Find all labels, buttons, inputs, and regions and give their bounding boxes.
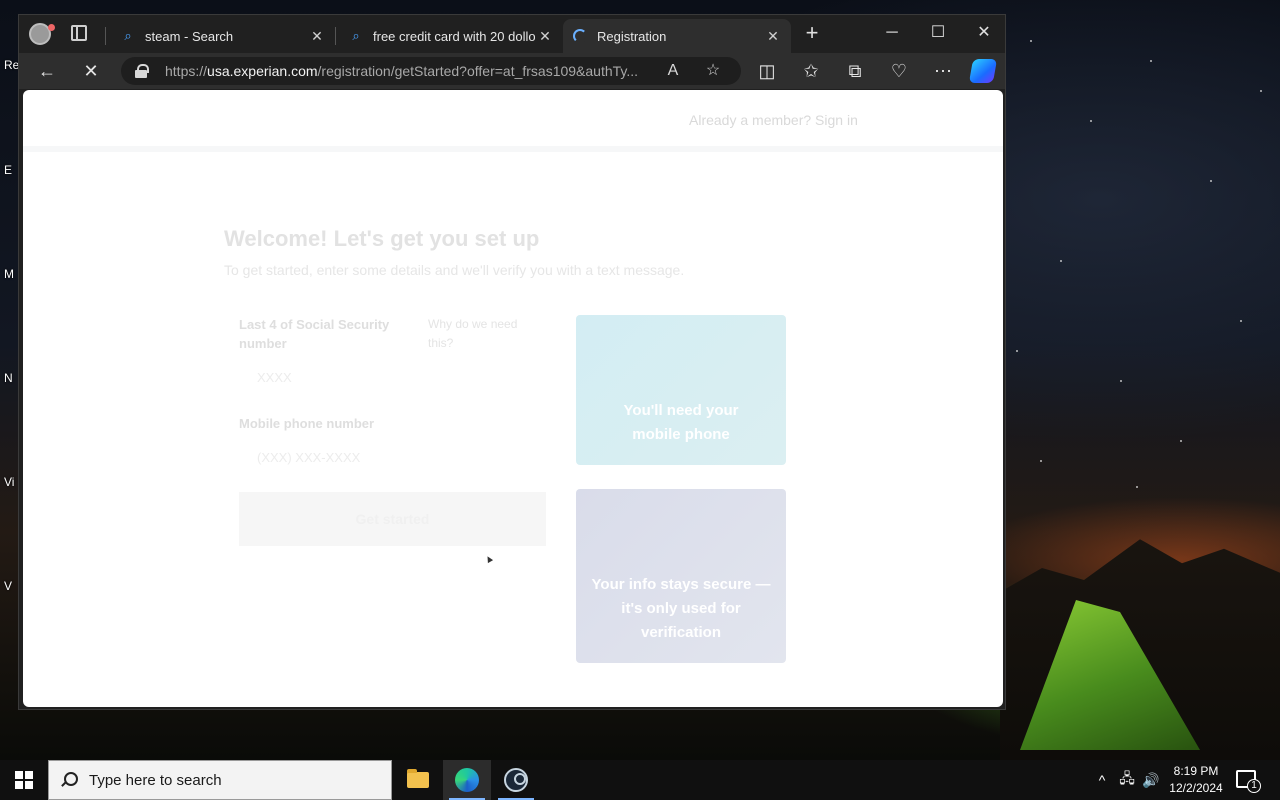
minimize-icon[interactable]: ─ bbox=[869, 19, 915, 49]
info-card-text: You'll need your mobile phone bbox=[623, 402, 739, 443]
volume-icon[interactable]: 🔊 bbox=[1140, 760, 1162, 800]
steam-icon bbox=[504, 768, 528, 792]
browser-essentials-icon[interactable]: ♡ bbox=[885, 57, 913, 85]
more-options-icon[interactable]: ⋯ bbox=[929, 57, 957, 85]
search-icon bbox=[61, 772, 78, 788]
desktop-icon-label[interactable]: M bbox=[4, 267, 14, 281]
clock-time: 8:19 PM bbox=[1173, 764, 1219, 778]
system-clock[interactable]: 8:19 PM 12/2/2024 bbox=[1162, 763, 1230, 797]
profile-notification-dot bbox=[48, 24, 55, 31]
tab-divider bbox=[105, 27, 106, 45]
info-card-text: Your info stays secure —it's only used f… bbox=[591, 576, 771, 641]
tab-actions-icon[interactable] bbox=[71, 25, 87, 41]
search-icon: ⌕ bbox=[352, 28, 360, 43]
tab-divider bbox=[335, 27, 336, 45]
clock-date: 12/2/2024 bbox=[1169, 781, 1223, 795]
taskbar-search[interactable]: Type here to search bbox=[48, 760, 392, 800]
file-explorer-app[interactable] bbox=[394, 760, 442, 800]
tab-steam-search[interactable]: ⌕ steam - Search ✕ bbox=[111, 19, 335, 53]
new-tab-icon[interactable]: + bbox=[801, 22, 823, 45]
page-title: Welcome! Let's get you set up bbox=[224, 226, 540, 251]
tab-title: steam - Search bbox=[145, 28, 234, 44]
ssn-label: Last 4 of Social Security number bbox=[239, 317, 390, 351]
phone-input[interactable] bbox=[239, 442, 439, 472]
get-started-button[interactable]: Get started bbox=[239, 492, 546, 546]
maximize-icon[interactable]: ☐ bbox=[915, 19, 961, 49]
desktop-icon-label[interactable]: V bbox=[4, 579, 12, 593]
info-card-mobile: You'll need your mobile phone bbox=[576, 315, 786, 465]
loading-spinner-icon bbox=[573, 29, 587, 43]
tab-credit-card-search[interactable]: ⌕ free credit card with 20 dollors ✕ bbox=[339, 19, 563, 53]
edge-app[interactable] bbox=[443, 760, 491, 800]
desktop-icon-label[interactable]: E bbox=[4, 163, 12, 177]
favorites-icon[interactable]: ✩ bbox=[797, 57, 825, 85]
close-icon[interactable]: ✕ bbox=[763, 28, 783, 45]
web-page: Already a member? Sign in Welcome! Let's… bbox=[23, 90, 1003, 707]
notification-count: 1 bbox=[1247, 779, 1261, 793]
close-icon[interactable]: ✕ bbox=[535, 28, 555, 45]
address-bar[interactable]: https://usa.experian.com/registration/ge… bbox=[121, 57, 741, 85]
steam-app[interactable] bbox=[492, 760, 540, 800]
lock-icon[interactable] bbox=[135, 64, 149, 78]
copilot-icon[interactable] bbox=[968, 59, 998, 83]
windows-logo-icon bbox=[15, 771, 33, 789]
search-icon: ⌕ bbox=[124, 28, 132, 43]
window-close-icon[interactable]: ✕ bbox=[961, 19, 1007, 49]
split-screen-icon[interactable]: ◫ bbox=[753, 57, 781, 85]
desktop-icon-label[interactable]: N bbox=[4, 371, 13, 385]
browser-window: ⌕ steam - Search ✕ ⌕ free credit card wi… bbox=[18, 14, 1006, 710]
browser-toolbar: ← ✕ https://usa.experian.com/registratio… bbox=[19, 53, 1005, 89]
chevron-up-icon[interactable]: ^ bbox=[1092, 760, 1112, 800]
phone-label: Mobile phone number bbox=[239, 416, 375, 431]
close-icon[interactable]: ✕ bbox=[307, 28, 327, 45]
collections-icon[interactable]: ⧉ bbox=[841, 57, 869, 85]
edge-icon bbox=[455, 768, 479, 792]
tab-registration[interactable]: Registration ✕ bbox=[563, 19, 791, 53]
tab-title: Registration bbox=[597, 28, 667, 44]
taskbar: Type here to search ^ 🖧 🔊 8:19 PM 12/2/2… bbox=[0, 760, 1280, 800]
info-card-secure: Your info stays secure —it's only used f… bbox=[576, 489, 786, 663]
tab-title: free credit card with 20 dollors bbox=[373, 28, 535, 44]
mouse-cursor-icon bbox=[484, 554, 494, 564]
read-aloud-icon[interactable]: A bbox=[663, 61, 683, 81]
url-text[interactable]: https://usa.experian.com/registration/ge… bbox=[165, 63, 640, 79]
start-button[interactable] bbox=[0, 760, 48, 800]
signin-link[interactable]: Already a member? Sign in bbox=[689, 112, 858, 128]
tab-strip: ⌕ steam - Search ✕ ⌕ free credit card wi… bbox=[19, 15, 1005, 53]
back-arrow-icon[interactable]: ← bbox=[33, 57, 61, 85]
page-subtitle: To get started, enter some details and w… bbox=[224, 262, 685, 278]
stop-loading-icon[interactable]: ✕ bbox=[77, 57, 105, 85]
desktop-icon-label[interactable]: Vi bbox=[4, 475, 14, 489]
folder-icon bbox=[407, 769, 429, 788]
favorite-star-icon[interactable]: ☆ bbox=[703, 61, 723, 81]
site-header: Already a member? Sign in bbox=[23, 90, 1003, 152]
why-need-link[interactable]: Why do we need this? bbox=[428, 315, 538, 353]
network-icon[interactable]: 🖧 bbox=[1116, 760, 1138, 800]
search-placeholder: Type here to search bbox=[89, 771, 222, 789]
ssn-input[interactable] bbox=[239, 362, 389, 392]
